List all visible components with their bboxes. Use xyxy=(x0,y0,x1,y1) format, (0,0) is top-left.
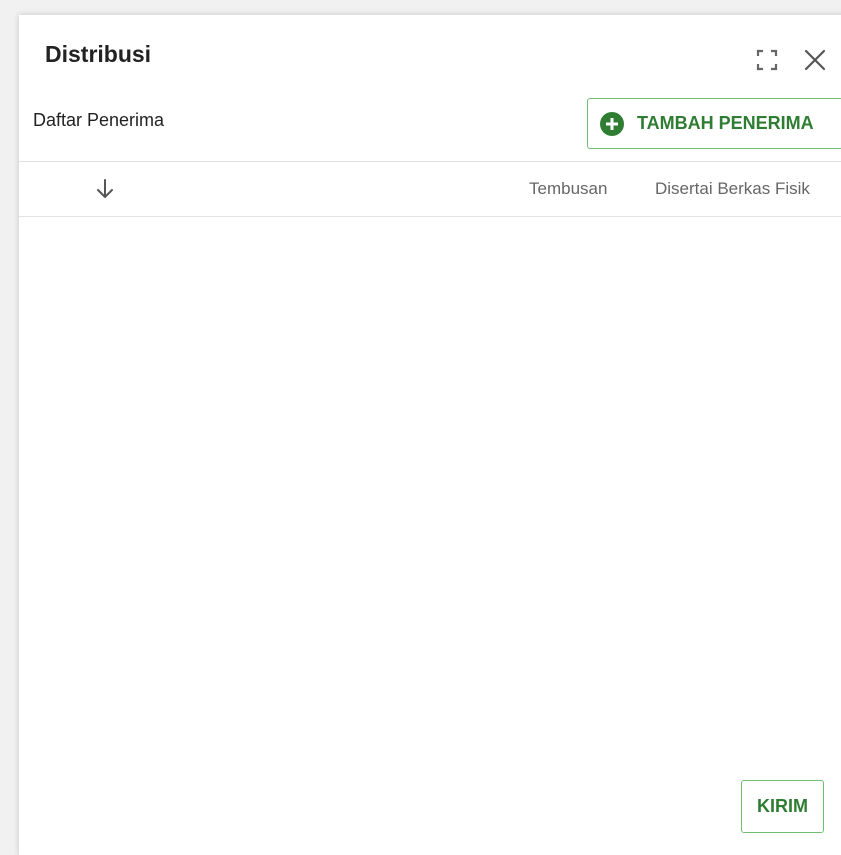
arrow-down-icon-graphic xyxy=(97,179,113,198)
recipient-table-body xyxy=(19,217,841,757)
column-disertai-berkas-fisik[interactable]: Disertai Berkas Fisik xyxy=(655,179,810,199)
send-button[interactable]: KIRIM xyxy=(741,780,824,833)
column-tembusan[interactable]: Tembusan xyxy=(529,179,607,199)
plus-circle-icon xyxy=(600,111,624,136)
dialog-title: Distribusi xyxy=(45,41,152,67)
close-icon-graphic xyxy=(804,49,826,71)
distribution-dialog: Distribusi Daftar Penerima TAMBAH PENERI… xyxy=(19,15,841,855)
add-recipient-label: TAMBAH PENERIMA xyxy=(637,113,814,133)
recipient-table-header: Tembusan Disertai Berkas Fisik xyxy=(19,161,841,217)
maximize-icon[interactable] xyxy=(756,49,778,71)
arrow-down-icon[interactable] xyxy=(95,178,115,200)
maximize-icon-graphic xyxy=(756,49,778,71)
add-recipient-button[interactable]: TAMBAH PENERIMA xyxy=(587,98,841,149)
recipient-list-label: Daftar Penerima xyxy=(33,110,165,130)
close-icon[interactable] xyxy=(801,46,829,74)
